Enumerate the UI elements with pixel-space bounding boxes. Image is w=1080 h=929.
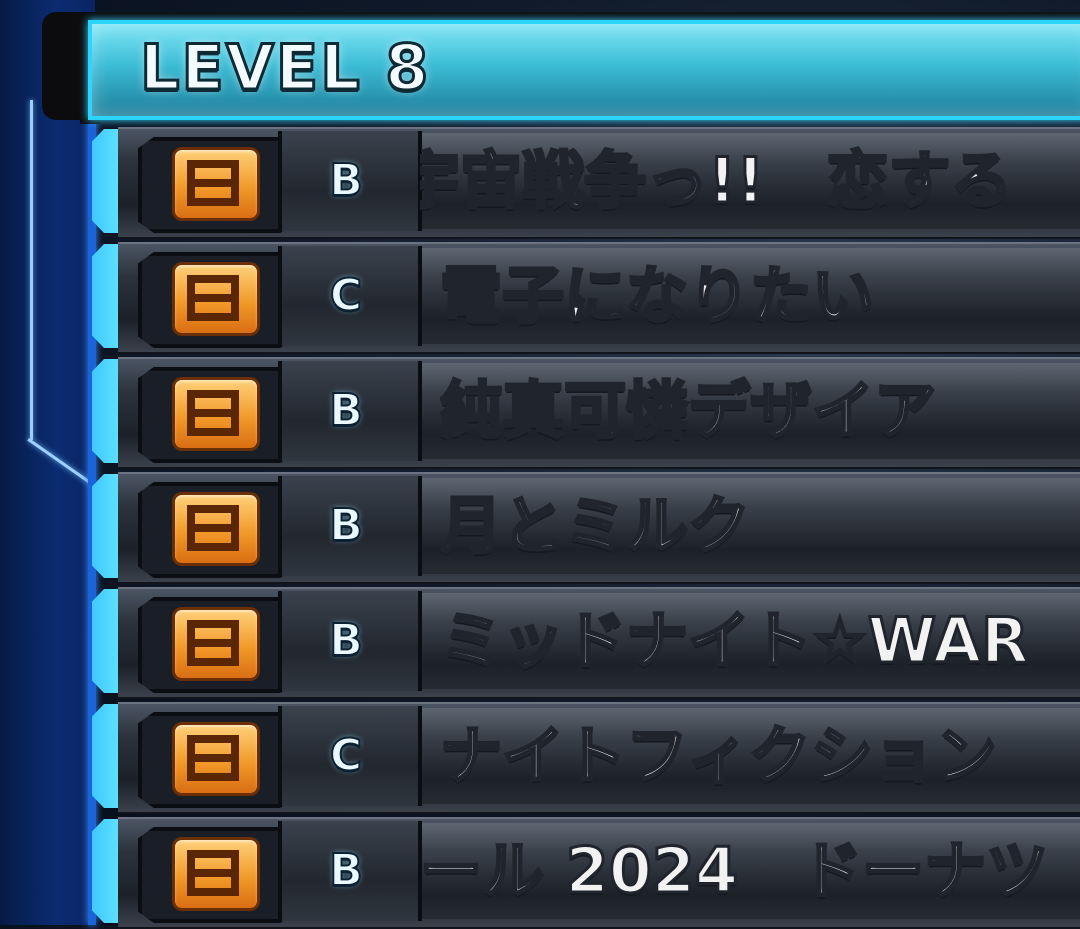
song-title: 宇宙戦争っ!! 恋する — [420, 143, 1014, 219]
difficulty-8-icon — [172, 722, 260, 796]
song-row[interactable]: B ール 2024 ドーナツ — [0, 815, 1080, 929]
song-title: 電子になりたい — [440, 258, 876, 334]
song-title: ール 2024 ドーナツ — [420, 833, 1050, 909]
grade-label: B — [328, 154, 364, 207]
song-title: ナイトフィクション — [440, 718, 998, 794]
grade-label: C — [329, 729, 363, 782]
difficulty-8-icon — [172, 377, 260, 451]
difficulty-8-icon — [172, 262, 260, 336]
song-title: 月とミルク — [440, 488, 752, 564]
difficulty-8-icon — [172, 492, 260, 566]
song-row[interactable]: B 純真可憐デザイア — [0, 355, 1080, 469]
song-title: ミッドナイト☆WAR — [440, 603, 1030, 679]
difficulty-8-icon — [172, 607, 260, 681]
song-row[interactable]: C 電子になりたい — [0, 240, 1080, 354]
difficulty-8-icon — [172, 147, 260, 221]
grade-label: B — [328, 844, 364, 897]
grade-label: B — [328, 384, 364, 437]
grade-label: C — [329, 269, 363, 322]
grade-label: B — [328, 499, 364, 552]
song-row[interactable]: C ナイトフィクション — [0, 700, 1080, 814]
song-row[interactable]: B 宇宙戦争っ!! 恋する — [0, 125, 1080, 239]
song-row[interactable]: B 月とミルク — [0, 470, 1080, 584]
grade-label: B — [328, 614, 364, 667]
level-title: LEVEL 8 — [138, 30, 431, 106]
difficulty-8-icon — [172, 837, 260, 911]
song-row[interactable]: B ミッドナイト☆WAR — [0, 585, 1080, 699]
song-title: 純真可憐デザイア — [440, 373, 938, 449]
